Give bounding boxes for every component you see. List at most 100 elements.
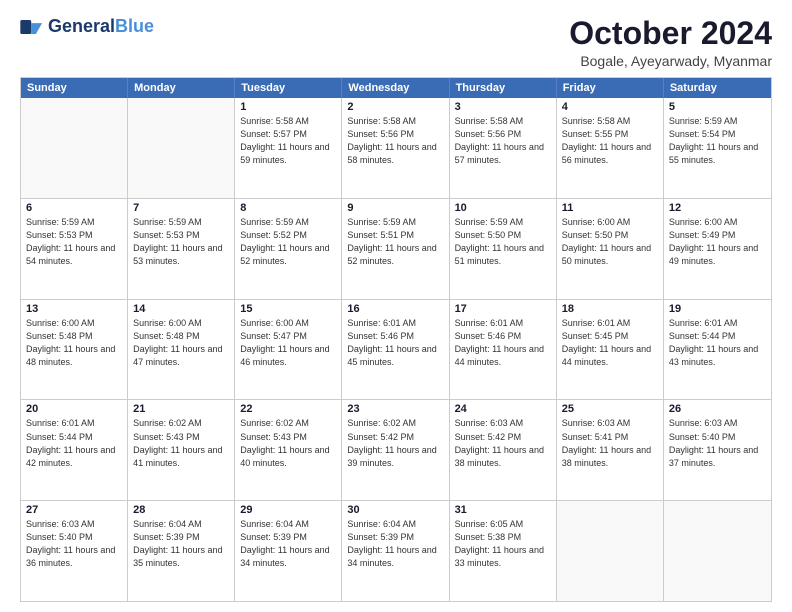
calendar-cell: 18 Sunrise: 6:01 AM Sunset: 5:45 PM Dayli…: [557, 300, 664, 400]
day-info: Sunrise: 6:01 AM Sunset: 5:45 PM Dayligh…: [562, 317, 658, 369]
day-number: 2: [347, 101, 443, 113]
day-number: 10: [455, 202, 551, 214]
calendar-row: 13Sunrise: 6:00 AM Sunset: 5:48 PM Dayli…: [21, 299, 771, 400]
calendar-cell: 26 Sunrise: 6:03 AM Sunset: 5:40 PM Dayli…: [664, 400, 771, 500]
calendar-cell: 30Sunrise: 6:04 AM Sunset: 5:39 PM Dayli…: [342, 501, 449, 601]
day-info: Sunrise: 5:59 AM Sunset: 5:50 PM Dayligh…: [455, 216, 551, 268]
day-number: 14: [133, 303, 229, 315]
day-info: Sunrise: 6:03 AM Sunset: 5:42 PM Dayligh…: [455, 417, 551, 469]
calendar-cell: 7Sunrise: 5:59 AM Sunset: 5:53 PM Daylig…: [128, 199, 235, 299]
calendar-cell: 1 Sunrise: 5:58 AM Sunset: 5:57 PM Daylig…: [235, 98, 342, 198]
weekday-header: Friday: [557, 78, 664, 98]
calendar-cell: [557, 501, 664, 601]
location-title: Bogale, Ayeyarwady, Myanmar: [569, 53, 772, 69]
day-number: 11: [562, 202, 658, 214]
calendar-cell: 10 Sunrise: 5:59 AM Sunset: 5:50 PM Dayli…: [450, 199, 557, 299]
calendar-cell: 12 Sunrise: 6:00 AM Sunset: 5:49 PM Dayli…: [664, 199, 771, 299]
day-info: Sunrise: 5:59 AM Sunset: 5:51 PM Dayligh…: [347, 216, 443, 268]
calendar-cell: 5Sunrise: 5:59 AM Sunset: 5:54 PM Daylig…: [664, 98, 771, 198]
day-number: 29: [240, 504, 336, 516]
day-info: Sunrise: 6:05 AM Sunset: 5:38 PM Dayligh…: [455, 518, 551, 570]
day-info: Sunrise: 6:00 AM Sunset: 5:48 PM Dayligh…: [133, 317, 229, 369]
calendar-cell: 23 Sunrise: 6:02 AM Sunset: 5:42 PM Dayli…: [342, 400, 449, 500]
calendar-cell: 11Sunrise: 6:00 AM Sunset: 5:50 PM Dayli…: [557, 199, 664, 299]
calendar-cell: 22 Sunrise: 6:02 AM Sunset: 5:43 PM Dayli…: [235, 400, 342, 500]
day-number: 18: [562, 303, 658, 315]
day-info: Sunrise: 5:59 AM Sunset: 5:53 PM Dayligh…: [26, 216, 122, 268]
calendar-row: 27 Sunrise: 6:03 AM Sunset: 5:40 PM Dayli…: [21, 500, 771, 601]
calendar-cell: 6 Sunrise: 5:59 AM Sunset: 5:53 PM Daylig…: [21, 199, 128, 299]
calendar: SundayMondayTuesdayWednesdayThursdayFrid…: [20, 77, 772, 602]
weekday-header: Tuesday: [235, 78, 342, 98]
day-number: 4: [562, 101, 658, 113]
day-number: 23: [347, 403, 443, 415]
day-number: 21: [133, 403, 229, 415]
calendar-cell: 28Sunrise: 6:04 AM Sunset: 5:39 PM Dayli…: [128, 501, 235, 601]
day-info: Sunrise: 5:58 AM Sunset: 5:56 PM Dayligh…: [347, 115, 443, 167]
day-info: Sunrise: 6:00 AM Sunset: 5:47 PM Dayligh…: [240, 317, 336, 369]
day-info: Sunrise: 5:58 AM Sunset: 5:55 PM Dayligh…: [562, 115, 658, 167]
calendar-cell: 2 Sunrise: 5:58 AM Sunset: 5:56 PM Daylig…: [342, 98, 449, 198]
calendar-row: 6 Sunrise: 5:59 AM Sunset: 5:53 PM Daylig…: [21, 198, 771, 299]
weekday-header: Thursday: [450, 78, 557, 98]
day-number: 3: [455, 101, 551, 113]
header: GeneralBlue October 2024 Bogale, Ayeyarw…: [20, 16, 772, 69]
day-info: Sunrise: 6:03 AM Sunset: 5:40 PM Dayligh…: [26, 518, 122, 570]
month-title: October 2024: [569, 16, 772, 51]
day-number: 27: [26, 504, 122, 516]
day-number: 19: [669, 303, 766, 315]
day-info: Sunrise: 6:04 AM Sunset: 5:39 PM Dayligh…: [240, 518, 336, 570]
day-info: Sunrise: 5:58 AM Sunset: 5:56 PM Dayligh…: [455, 115, 551, 167]
day-number: 26: [669, 403, 766, 415]
day-info: Sunrise: 6:01 AM Sunset: 5:44 PM Dayligh…: [669, 317, 766, 369]
day-info: Sunrise: 5:59 AM Sunset: 5:52 PM Dayligh…: [240, 216, 336, 268]
weekday-header: Wednesday: [342, 78, 449, 98]
logo: GeneralBlue: [20, 16, 154, 37]
calendar-cell: 25 Sunrise: 6:03 AM Sunset: 5:41 PM Dayli…: [557, 400, 664, 500]
day-number: 8: [240, 202, 336, 214]
logo-text: GeneralBlue: [48, 16, 154, 37]
calendar-row: 20 Sunrise: 6:01 AM Sunset: 5:44 PM Dayli…: [21, 399, 771, 500]
day-info: Sunrise: 6:01 AM Sunset: 5:46 PM Dayligh…: [347, 317, 443, 369]
calendar-cell: 17Sunrise: 6:01 AM Sunset: 5:46 PM Dayli…: [450, 300, 557, 400]
day-number: 12: [669, 202, 766, 214]
day-info: Sunrise: 6:00 AM Sunset: 5:48 PM Dayligh…: [26, 317, 122, 369]
day-info: Sunrise: 5:58 AM Sunset: 5:57 PM Dayligh…: [240, 115, 336, 167]
day-info: Sunrise: 6:02 AM Sunset: 5:43 PM Dayligh…: [240, 417, 336, 469]
day-info: Sunrise: 6:03 AM Sunset: 5:40 PM Dayligh…: [669, 417, 766, 469]
calendar-cell: 27 Sunrise: 6:03 AM Sunset: 5:40 PM Dayli…: [21, 501, 128, 601]
day-info: Sunrise: 6:02 AM Sunset: 5:42 PM Dayligh…: [347, 417, 443, 469]
calendar-cell: 4 Sunrise: 5:58 AM Sunset: 5:55 PM Daylig…: [557, 98, 664, 198]
day-number: 22: [240, 403, 336, 415]
calendar-body: 1 Sunrise: 5:58 AM Sunset: 5:57 PM Daylig…: [21, 98, 771, 601]
day-info: Sunrise: 6:00 AM Sunset: 5:49 PM Dayligh…: [669, 216, 766, 268]
day-number: 1: [240, 101, 336, 113]
calendar-cell: 21 Sunrise: 6:02 AM Sunset: 5:43 PM Dayli…: [128, 400, 235, 500]
day-number: 16: [347, 303, 443, 315]
calendar-cell: 15Sunrise: 6:00 AM Sunset: 5:47 PM Dayli…: [235, 300, 342, 400]
calendar-cell: [21, 98, 128, 198]
calendar-header: SundayMondayTuesdayWednesdayThursdayFrid…: [21, 78, 771, 98]
calendar-cell: 31 Sunrise: 6:05 AM Sunset: 5:38 PM Dayli…: [450, 501, 557, 601]
day-number: 25: [562, 403, 658, 415]
day-number: 30: [347, 504, 443, 516]
calendar-cell: 29 Sunrise: 6:04 AM Sunset: 5:39 PM Dayli…: [235, 501, 342, 601]
logo-icon: [20, 20, 44, 34]
day-info: Sunrise: 6:01 AM Sunset: 5:44 PM Dayligh…: [26, 417, 122, 469]
calendar-cell: 20 Sunrise: 6:01 AM Sunset: 5:44 PM Dayli…: [21, 400, 128, 500]
day-number: 28: [133, 504, 229, 516]
weekday-header: Sunday: [21, 78, 128, 98]
calendar-cell: 13Sunrise: 6:00 AM Sunset: 5:48 PM Dayli…: [21, 300, 128, 400]
calendar-cell: [664, 501, 771, 601]
calendar-cell: 24Sunrise: 6:03 AM Sunset: 5:42 PM Dayli…: [450, 400, 557, 500]
day-number: 31: [455, 504, 551, 516]
day-info: Sunrise: 6:03 AM Sunset: 5:41 PM Dayligh…: [562, 417, 658, 469]
day-number: 7: [133, 202, 229, 214]
day-number: 20: [26, 403, 122, 415]
day-info: Sunrise: 6:02 AM Sunset: 5:43 PM Dayligh…: [133, 417, 229, 469]
day-number: 6: [26, 202, 122, 214]
calendar-cell: 3 Sunrise: 5:58 AM Sunset: 5:56 PM Daylig…: [450, 98, 557, 198]
calendar-cell: 14 Sunrise: 6:00 AM Sunset: 5:48 PM Dayli…: [128, 300, 235, 400]
title-block: October 2024 Bogale, Ayeyarwady, Myanmar: [569, 16, 772, 69]
calendar-cell: 16 Sunrise: 6:01 AM Sunset: 5:46 PM Dayli…: [342, 300, 449, 400]
